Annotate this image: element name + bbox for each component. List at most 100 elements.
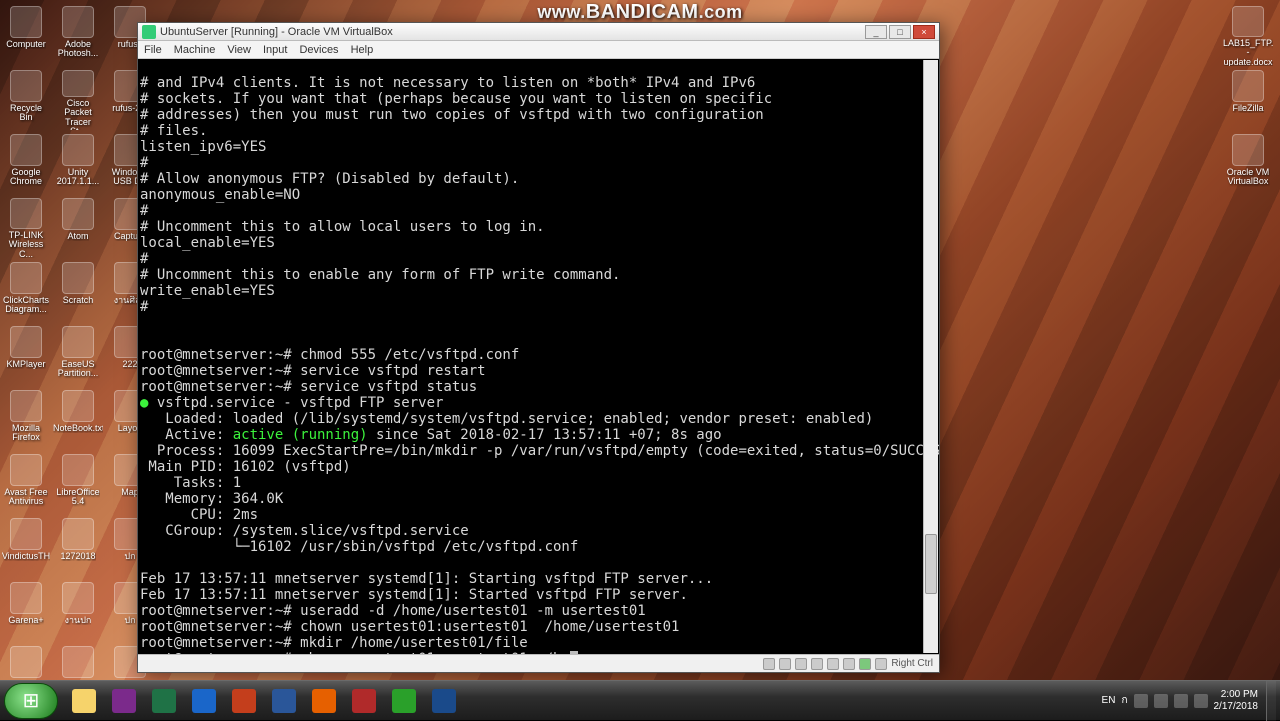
desktop-icon[interactable]: Oracle VM VirtualBox: [1226, 134, 1270, 194]
desktop-icon[interactable]: 1272018: [56, 518, 100, 578]
desktop-icon[interactable]: LibreOffice 5.4: [56, 454, 100, 514]
desktop-icon[interactable]: NoteBook.txt: [56, 390, 100, 450]
minimize-button[interactable]: _: [865, 25, 887, 39]
taskbar-explorer[interactable]: [64, 685, 104, 717]
status-record-icon: [859, 658, 871, 670]
tray-network-icon[interactable]: [1174, 694, 1188, 708]
taskbar[interactable]: EN ก 2:00 PM 2/17/2018: [0, 680, 1280, 720]
term-cmd: service vsftpd restart: [292, 363, 486, 379]
desktop-icon[interactable]: Unity 2017.1.1...: [56, 134, 100, 194]
desktop-icon[interactable]: Garena+: [4, 582, 48, 642]
ime-indicator[interactable]: ก: [1121, 693, 1127, 708]
tray-volume-icon[interactable]: [1194, 694, 1208, 708]
term-line: Main PID: 16102 (vsftpd): [140, 459, 351, 475]
file-icon: [10, 390, 42, 422]
term-prompt: root@mnetserver:~#: [140, 347, 292, 363]
taskbar-filezilla[interactable]: [344, 685, 384, 717]
term-line: #: [140, 155, 148, 171]
term-line: # Allow anonymous FTP? (Disabled by defa…: [140, 171, 519, 187]
taskbar-outlook[interactable]: [184, 685, 224, 717]
menu-input[interactable]: Input: [263, 44, 287, 56]
desktop-icon[interactable]: Recycle Bin: [4, 70, 48, 130]
term-active: active (running): [233, 427, 368, 443]
tray-action-icon[interactable]: [1154, 694, 1168, 708]
maximize-button[interactable]: □: [889, 25, 911, 39]
desktop-icon[interactable]: งานปก: [56, 582, 100, 642]
desktop-icon[interactable]: TP-LINK Wireless C...: [4, 198, 48, 258]
desktop-icon[interactable]: EaseUS Partition...: [56, 326, 100, 386]
start-button[interactable]: [4, 683, 58, 719]
desktop-icon[interactable]: ClickCharts Diagram...: [4, 262, 48, 322]
term-line: └─16102 /usr/sbin/vsftpd /etc/vsftpd.con…: [140, 539, 578, 555]
taskbar-virtualbox[interactable]: [424, 685, 464, 717]
term-line: # sockets. If you want that (perhaps bec…: [140, 91, 772, 107]
menu-file[interactable]: File: [144, 44, 162, 56]
vm-scrollbar[interactable]: [923, 60, 938, 653]
desktop-icon-label: FileZilla: [1232, 104, 1263, 113]
term-line: vsftpd.service - vsftpd FTP server: [148, 395, 443, 411]
desktop-icon-label: Recycle Bin: [4, 104, 48, 123]
term-prompt: root@mnetserver:~#: [140, 619, 292, 635]
status-cd-icon: [779, 658, 791, 670]
desktop-icon[interactable]: Adobe Photosh...: [56, 6, 100, 66]
term-prompt: root@mnetserver:~#: [140, 363, 292, 379]
term-line: write_enable=YES: [140, 283, 275, 299]
taskbar-camtasia[interactable]: [384, 685, 424, 717]
camtasia-icon: [392, 689, 416, 713]
desktop-icon[interactable]: Scratch: [56, 262, 100, 322]
desktop-icon[interactable]: VindictusTH: [4, 518, 48, 578]
file-icon: [1232, 134, 1264, 166]
desktop-icon-label: NoteBook.txt: [53, 424, 103, 433]
vm-titlebar[interactable]: UbuntuServer [Running] - Oracle VM Virtu…: [138, 23, 939, 41]
file-icon: [62, 198, 94, 230]
taskbar-excel[interactable]: [144, 685, 184, 717]
vm-menubar[interactable]: File Machine View Input Devices Help: [138, 41, 939, 59]
desktop-icon[interactable]: FileZilla: [1226, 70, 1270, 130]
desktop-icon[interactable]: Avast Free Antivirus: [4, 454, 48, 514]
term-line: CGroup: /system.slice/vsftpd.service: [140, 523, 469, 539]
taskbar-firefox[interactable]: [304, 685, 344, 717]
menu-machine[interactable]: Machine: [174, 44, 216, 56]
desktop-icon[interactable]: Computer: [4, 6, 48, 66]
term-line: Loaded: loaded (/lib/systemd/system/vsft…: [140, 411, 873, 427]
file-icon: [10, 198, 42, 229]
menu-view[interactable]: View: [227, 44, 251, 56]
taskbar-word[interactable]: [264, 685, 304, 717]
desktop-icon[interactable]: LAB15_FTP... -update.docx: [1226, 6, 1270, 66]
file-icon: [10, 6, 42, 38]
file-icon: [1232, 70, 1264, 102]
bandicam-watermark: www.BANDICAM.com: [537, 2, 742, 22]
term-cmd: service vsftpd status: [292, 379, 477, 395]
word-icon: [272, 689, 296, 713]
terminal[interactable]: # and IPv4 clients. It is not necessary …: [138, 59, 939, 654]
scrollbar-thumb[interactable]: [925, 534, 937, 594]
language-indicator[interactable]: EN: [1102, 695, 1116, 706]
menu-devices[interactable]: Devices: [299, 44, 338, 56]
system-tray[interactable]: EN ก 2:00 PM 2/17/2018: [1102, 689, 1264, 712]
virtualbox-window[interactable]: UbuntuServer [Running] - Oracle VM Virtu…: [137, 22, 940, 673]
desktop-icon[interactable]: Google Chrome: [4, 134, 48, 194]
file-icon: [10, 646, 42, 678]
term-line: anonymous_enable=NO: [140, 187, 300, 203]
taskbar-onenote[interactable]: [104, 685, 144, 717]
show-desktop-button[interactable]: [1266, 681, 1276, 721]
taskbar-powerpoint[interactable]: [224, 685, 264, 717]
tray-flag-icon[interactable]: [1134, 694, 1148, 708]
term-line: Process: 16099 ExecStartPre=/bin/mkdir -…: [140, 443, 939, 459]
desktop-icon[interactable]: KMPlayer: [4, 326, 48, 386]
clock-date: 2/17/2018: [1214, 701, 1259, 713]
desktop-icon-label: Avast Free Antivirus: [4, 488, 48, 507]
outlook-icon: [192, 689, 216, 713]
desktop-icon-label: ปก: [124, 552, 135, 561]
term-line: #: [140, 203, 148, 219]
desktop-icon[interactable]: Cisco Packet Tracer St...: [56, 70, 100, 130]
clock[interactable]: 2:00 PM 2/17/2018: [1214, 689, 1259, 712]
desktop-icon[interactable]: Mozilla Firefox: [4, 390, 48, 450]
desktop-icon[interactable]: Atom: [56, 198, 100, 258]
menu-help[interactable]: Help: [351, 44, 374, 56]
file-icon: [1232, 6, 1264, 37]
term-cmd: chown usertest01:usertest01 /home/userte…: [292, 619, 680, 635]
close-button[interactable]: ×: [913, 25, 935, 39]
desktop-icon-label: KMPlayer: [6, 360, 45, 369]
term-line: Tasks: 1: [140, 475, 241, 491]
